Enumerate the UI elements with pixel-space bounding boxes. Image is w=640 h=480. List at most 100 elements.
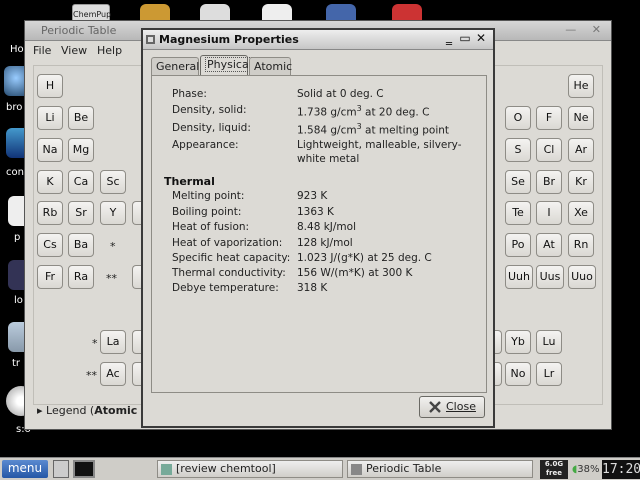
physical-panel: Phase: Solid at 0 deg. C Density, solid:… — [151, 75, 487, 393]
disk-free-word: free — [546, 469, 562, 477]
desktop-label-p: p — [14, 232, 21, 243]
element-o[interactable]: O — [505, 106, 531, 130]
debye-temperature-label: Debye temperature: — [172, 282, 279, 294]
element-kr[interactable]: Kr — [568, 170, 594, 194]
element-li[interactable]: Li — [37, 106, 63, 130]
element-ra[interactable]: Ra — [68, 265, 94, 289]
appearance-label: Appearance: — [172, 139, 239, 151]
element-lr[interactable]: Lr — [536, 362, 562, 386]
element-xe[interactable]: Xe — [568, 201, 594, 225]
element-yb[interactable]: Yb — [505, 330, 531, 354]
heat-of-fusion-label: Heat of fusion: — [172, 221, 250, 233]
terminal-icon[interactable] — [73, 460, 95, 478]
element-sr[interactable]: Sr — [68, 201, 94, 225]
close-button-label: Close — [446, 400, 476, 413]
tab-physical-label: Physical — [205, 57, 254, 72]
element-he[interactable]: He — [568, 74, 594, 98]
battery-percent: 38% — [577, 464, 600, 475]
actinide-row-marker: ** — [86, 369, 97, 382]
tab-general[interactable]: General — [151, 57, 199, 75]
element-i[interactable]: I — [536, 201, 562, 225]
desktop-label-home: Ho — [10, 44, 24, 55]
phase-value: Solid at 0 deg. C — [297, 88, 384, 100]
element-br[interactable]: Br — [536, 170, 562, 194]
element-ac[interactable]: Ac — [100, 362, 126, 386]
heat-of-vaporization-value: 128 kJ/mol — [297, 237, 353, 249]
element-na[interactable]: Na — [37, 138, 63, 162]
element-lu[interactable]: Lu — [536, 330, 562, 354]
task-review-chemtool-label: [review chemtool] — [176, 462, 276, 475]
heat-of-vaporization-label: Heat of vaporization: — [172, 237, 283, 249]
element-f[interactable]: F — [536, 106, 562, 130]
density-liquid-cond: at melting point — [361, 124, 450, 137]
element-se[interactable]: Se — [505, 170, 531, 194]
task-periodic-table-label: Periodic Table — [366, 462, 442, 475]
element-po[interactable]: Po — [505, 233, 531, 257]
desktop-label-trash: tr — [12, 358, 21, 369]
element-rn[interactable]: Rn — [568, 233, 594, 257]
element-no[interactable]: No — [505, 362, 531, 386]
desktop-label-connect: con — [6, 167, 24, 178]
density-liquid-label: Density, liquid: — [172, 122, 251, 134]
appearance-value-cont: white metal — [297, 153, 360, 165]
dialog-titlebar[interactable]: Magnesium Properties ‗ ▭ ✕ — [143, 30, 493, 50]
element-sc[interactable]: Sc — [100, 170, 126, 194]
element-uuo[interactable]: Uuo — [568, 265, 596, 289]
disk-free-size: 6.0G — [544, 460, 564, 468]
element-cs[interactable]: Cs — [37, 233, 63, 257]
element-te[interactable]: Te — [505, 201, 531, 225]
element-mg[interactable]: Mg — [68, 138, 94, 162]
element-be[interactable]: Be — [68, 106, 94, 130]
clock[interactable]: 17:20 — [602, 460, 640, 479]
element-uuh[interactable]: Uuh — [505, 265, 533, 289]
desktop-label-lo: lo — [14, 295, 23, 306]
desktop-label-browser: bro — [6, 102, 23, 113]
expander-arrow-icon: ▸ — [37, 404, 47, 417]
close-icon[interactable]: ✕ — [473, 31, 489, 45]
element-at[interactable]: At — [536, 233, 562, 257]
element-s[interactable]: S — [505, 138, 531, 162]
element-la[interactable]: La — [100, 330, 126, 354]
minimize-icon[interactable]: ‗ — [441, 31, 457, 45]
task-review-chemtool[interactable]: [review chemtool] — [157, 460, 343, 478]
element-uus[interactable]: Uus — [536, 265, 564, 289]
close-x-icon — [429, 401, 441, 413]
tab-atomic[interactable]: Atomic — [249, 57, 292, 75]
app-icon — [146, 35, 155, 44]
density-liquid-value: 1.584 g/cm3 at melting point — [297, 122, 449, 137]
menu-file[interactable]: File — [33, 44, 51, 57]
legend-prefix: Legend ( — [46, 404, 95, 417]
element-cl[interactable]: Cl — [536, 138, 562, 162]
window-controls[interactable]: — ✕ — [565, 23, 607, 36]
element-partial-6[interactable] — [494, 362, 502, 386]
phase-label: Phase: — [172, 88, 207, 100]
legend-expander[interactable]: ▸ Legend (Atomic — [37, 404, 137, 417]
element-ba[interactable]: Ba — [68, 233, 94, 257]
menu-help[interactable]: Help — [97, 44, 122, 57]
element-rb[interactable]: Rb — [37, 201, 63, 225]
tab-physical[interactable]: Physical — [200, 55, 254, 76]
thermal-conductivity-label: Thermal conductivity: — [172, 267, 286, 279]
dialog-window-controls: ‗ ▭ ✕ — [441, 31, 489, 45]
element-fr[interactable]: Fr — [37, 265, 63, 289]
element-k[interactable]: K — [37, 170, 63, 194]
close-button[interactable]: Close — [419, 396, 485, 418]
maximize-icon[interactable]: ▭ — [457, 31, 473, 45]
element-h[interactable]: H — [37, 74, 63, 98]
show-desktop-icon[interactable] — [53, 460, 69, 478]
task-periodic-table[interactable]: Periodic Table — [347, 460, 533, 478]
element-y[interactable]: Y — [100, 201, 126, 225]
element-partial-5[interactable] — [494, 330, 502, 354]
melting-point-value: 923 K — [297, 190, 328, 202]
boiling-point-value: 1363 K — [297, 206, 334, 218]
density-solid-label: Density, solid: — [172, 104, 247, 116]
element-ar[interactable]: Ar — [568, 138, 594, 162]
thermal-conductivity-value: 156 W/(m*K) at 300 K — [297, 267, 413, 279]
start-menu-button[interactable]: menu — [2, 460, 48, 478]
periodic-table-task-icon — [351, 464, 362, 475]
element-ne[interactable]: Ne — [568, 106, 594, 130]
element-ca[interactable]: Ca — [68, 170, 94, 194]
lanthanide-row-marker: * — [92, 337, 98, 350]
menu-view[interactable]: View — [61, 44, 87, 57]
debye-temperature-value: 318 K — [297, 282, 328, 294]
